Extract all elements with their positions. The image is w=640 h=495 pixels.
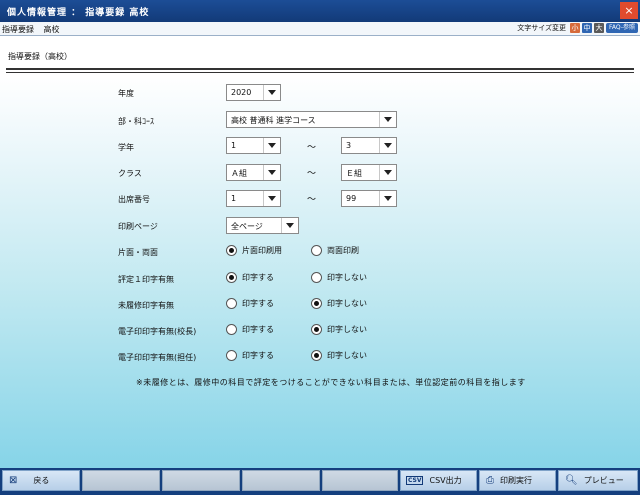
course-select[interactable]: 高校 普通科 進学コース	[226, 111, 397, 128]
printer-icon: ⎙	[486, 475, 494, 486]
chevron-down-icon	[281, 218, 298, 233]
seat-from-value: 1	[231, 194, 237, 203]
faq-button[interactable]: FAQ-参照	[606, 23, 638, 33]
font-size-medium-button[interactable]: 中	[582, 23, 593, 33]
empty-function-button[interactable]	[322, 470, 398, 491]
back-icon: ⊠	[9, 475, 18, 486]
seal-principal-option-print[interactable]: 印字する	[226, 324, 274, 335]
mirishu-option-noprint[interactable]: 印字しない	[311, 298, 367, 309]
empty-function-button[interactable]	[162, 470, 240, 491]
breadcrumb: 指導要録 高校	[2, 24, 67, 35]
print-page-label: 印刷ページ	[118, 222, 158, 231]
radio-icon[interactable]	[311, 272, 322, 283]
page-title: 指導要録（高校）	[8, 52, 72, 61]
font-size-label: 文字サイズ変更	[517, 24, 567, 32]
radio-icon[interactable]	[311, 245, 322, 256]
title-bar: 個人情報管理 ： 指導要録 高校 ×	[0, 0, 640, 22]
chevron-down-icon	[379, 165, 396, 180]
empty-function-button[interactable]	[82, 470, 160, 491]
csv-export-button[interactable]: CSV CSV出力	[400, 470, 477, 491]
seal-teacher-option-noprint[interactable]: 印字しない	[311, 350, 367, 361]
breadcrumb-item-shido[interactable]: 指導要録	[2, 25, 34, 34]
chevron-down-icon	[263, 165, 280, 180]
side-option-single[interactable]: 片面印刷用	[226, 245, 282, 256]
seal-principal-option-noprint[interactable]: 印字しない	[311, 324, 367, 335]
chevron-down-icon	[379, 112, 396, 127]
seal-teacher-option-print[interactable]: 印字する	[226, 350, 274, 361]
chevron-down-icon	[263, 191, 280, 206]
class-to-select[interactable]: Ｅ組	[341, 164, 397, 181]
year-label: 年度	[118, 89, 134, 98]
course-label: 部・科ｺｰｽ	[118, 117, 154, 126]
main-panel: 指導要録（高校） 年度 2020 部・科ｺｰｽ 高校 普通科 進学コース 学年 …	[0, 37, 640, 468]
course-value: 高校 普通科 進学コース	[231, 116, 316, 125]
mirishu-label: 未履修印字有無	[118, 301, 174, 310]
font-size-switcher: 文字サイズ変更 小 中 大 FAQ-参照	[517, 23, 638, 33]
year-select[interactable]: 2020	[226, 84, 281, 101]
seal-teacher-label: 電子印印字有無(担任)	[118, 353, 197, 362]
print-button[interactable]: ⎙ 印刷実行	[479, 470, 556, 491]
window-title: 個人情報管理 ： 指導要録 高校	[7, 8, 150, 18]
seat-from-select[interactable]: 1	[226, 190, 281, 207]
grade-from-select[interactable]: 1	[226, 137, 281, 154]
radio-icon[interactable]	[311, 324, 322, 335]
breadcrumb-item-koko[interactable]: 高校	[44, 25, 60, 34]
menu-bar: 指導要録 高校 文字サイズ変更 小 中 大 FAQ-参照	[0, 22, 640, 36]
grade-to-value: 3	[346, 141, 352, 150]
print-page-select[interactable]: 全ページ	[226, 217, 299, 234]
class-from-value: Ａ組	[231, 169, 247, 178]
grade-to-select[interactable]: 3	[341, 137, 397, 154]
class-from-select[interactable]: Ａ組	[226, 164, 281, 181]
seal-principal-label: 電子印印字有無(校長)	[118, 327, 197, 336]
close-button[interactable]: ×	[620, 2, 638, 19]
grade-label: 学年	[118, 143, 134, 152]
seat-to-value: 99	[346, 194, 357, 203]
hyotei-option-noprint[interactable]: 印字しない	[311, 272, 367, 283]
radio-icon[interactable]	[226, 324, 237, 335]
hyotei-label: 評定１印字有無	[118, 275, 174, 284]
radio-icon[interactable]	[226, 272, 237, 283]
footnote: ※未履修とは、履修中の科目で評定をつけることができない科目または、単位認定前の科…	[136, 378, 526, 387]
chevron-down-icon	[379, 191, 396, 206]
seat-to-select[interactable]: 99	[341, 190, 397, 207]
year-value: 2020	[231, 88, 252, 97]
magnifier-icon: 🔍︎	[565, 475, 578, 486]
footer-bar: ⊠ 戻る CSV CSV出力 ⎙ 印刷実行 🔍︎ プレビュー	[0, 468, 640, 495]
mirishu-option-print[interactable]: 印字する	[226, 298, 274, 309]
csv-icon: CSV	[406, 476, 424, 485]
print-page-value: 全ページ	[231, 222, 263, 231]
preview-button[interactable]: 🔍︎ プレビュー	[558, 470, 638, 491]
side-label: 片面・両面	[118, 248, 158, 257]
radio-icon[interactable]	[226, 245, 237, 256]
radio-icon[interactable]	[311, 350, 322, 361]
grade-from-value: 1	[231, 141, 237, 150]
radio-icon[interactable]	[311, 298, 322, 309]
chevron-down-icon	[263, 85, 280, 100]
range-tilde: ～	[307, 169, 317, 179]
font-size-large-button[interactable]: 大	[594, 23, 605, 33]
seat-label: 出席番号	[118, 195, 150, 204]
divider	[6, 72, 634, 73]
range-tilde: ～	[307, 195, 317, 205]
hyotei-option-print[interactable]: 印字する	[226, 272, 274, 283]
chevron-down-icon	[263, 138, 280, 153]
class-to-value: Ｅ組	[346, 169, 362, 178]
radio-icon[interactable]	[226, 350, 237, 361]
chevron-down-icon	[379, 138, 396, 153]
font-size-small-button[interactable]: 小	[570, 23, 581, 33]
back-button[interactable]: ⊠ 戻る	[2, 470, 80, 491]
side-option-double[interactable]: 両面印刷	[311, 245, 359, 256]
class-label: クラス	[118, 169, 142, 178]
range-tilde: ～	[307, 143, 317, 153]
divider	[6, 68, 634, 70]
empty-function-button[interactable]	[242, 470, 320, 491]
radio-icon[interactable]	[226, 298, 237, 309]
